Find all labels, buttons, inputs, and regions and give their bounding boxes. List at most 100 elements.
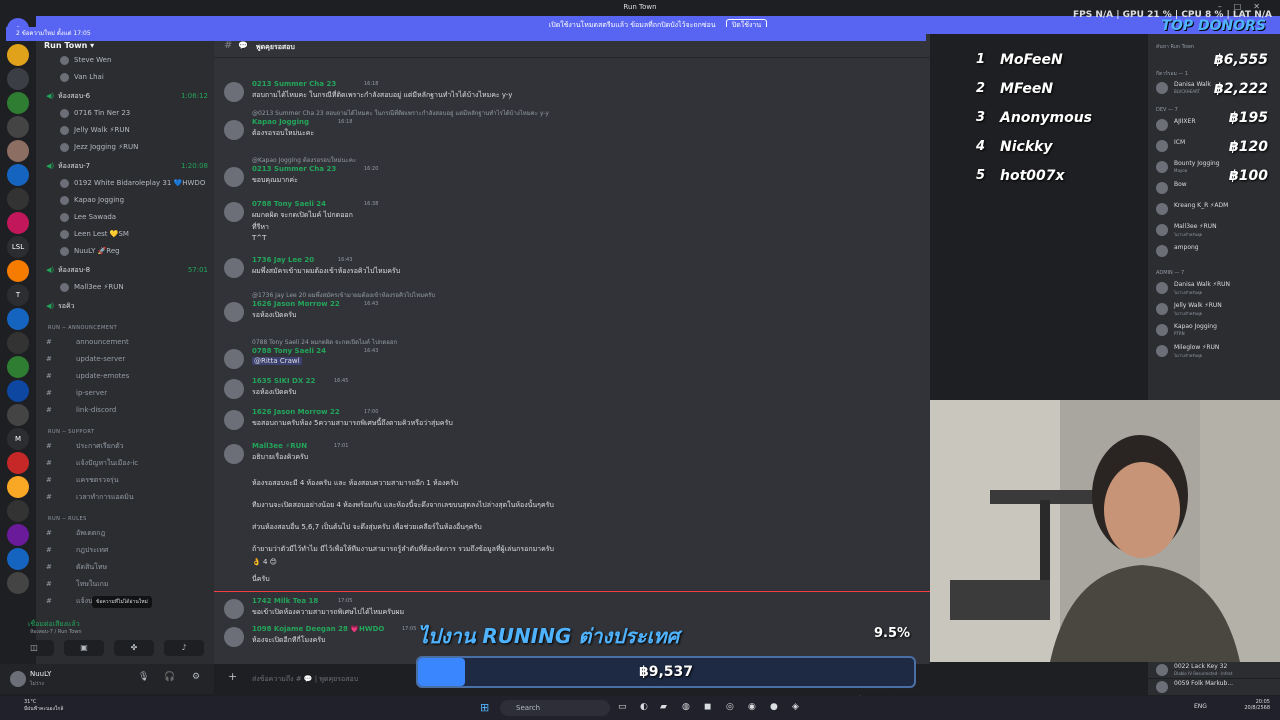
server-icon[interactable] bbox=[7, 308, 29, 330]
obs-icon[interactable]: ● bbox=[770, 702, 778, 712]
sidebar-item-chan[interactable]: # เวลาทำการแอดมิน bbox=[36, 491, 214, 503]
plus-icon[interactable]: + bbox=[228, 670, 237, 683]
sidebar-item-user[interactable]: Steve Wen bbox=[36, 54, 214, 66]
server-icon[interactable] bbox=[7, 452, 29, 474]
avatar[interactable] bbox=[10, 671, 26, 687]
reply-preview[interactable]: @1736 Jay Lee 20 ผมพึ่งสมัครเข้ามาผมต้อง… bbox=[252, 290, 435, 300]
activities-button[interactable]: ✤ bbox=[114, 640, 154, 656]
member-item[interactable]: Mall3ee ⚡RUN ไม่ว่างสำหรับคุย bbox=[1148, 222, 1280, 238]
message-author[interactable]: 1635 SIKI DX 22 bbox=[252, 377, 315, 385]
avatar[interactable] bbox=[224, 379, 244, 399]
message-input[interactable]: + ส่งข้อความถึง # 💬 | พูดคุยรอสอบ bbox=[214, 666, 414, 688]
sidebar-item-user[interactable]: Kapao Jogging bbox=[36, 194, 214, 206]
sidebar-item-chan[interactable]: # ประกาศเรียกตัว bbox=[36, 440, 214, 452]
sidebar-item-chan[interactable]: # โทษในเกม bbox=[36, 578, 214, 590]
sidebar-item-user[interactable]: NuuLY 🚀Reg bbox=[36, 245, 214, 257]
server-icon[interactable] bbox=[7, 140, 29, 162]
message-author[interactable]: 0213 Summer Cha 23 bbox=[252, 80, 336, 88]
member-item[interactable]: Danisa Walk ⚡RUN ไม่ว่างสำหรับคุย bbox=[1148, 280, 1280, 296]
sidebar-item-chan[interactable]: # แครชตรวจรุ่น bbox=[36, 474, 214, 486]
avatar[interactable] bbox=[224, 444, 244, 464]
server-icon[interactable] bbox=[7, 188, 29, 210]
avatar[interactable] bbox=[224, 167, 244, 187]
weather-widget[interactable]: 31°C มีฝนฟ้าคะนองใกล้ bbox=[24, 699, 63, 713]
server-icon[interactable] bbox=[7, 212, 29, 234]
sidebar-item-user[interactable]: Mall3ee ⚡RUN bbox=[36, 281, 214, 293]
server-icon[interactable] bbox=[7, 404, 29, 426]
sidebar-item-user[interactable]: Leen Lest 💛SM bbox=[36, 228, 214, 240]
message-author[interactable]: 1742 Milk Tea 18 bbox=[252, 597, 318, 605]
message-author[interactable]: Kapao Jogging bbox=[252, 118, 309, 126]
server-icon[interactable] bbox=[7, 116, 29, 138]
sidebar-item-voice[interactable]: ◀) ห้องสอบ-8 57:01 bbox=[36, 264, 214, 276]
mic-icon[interactable]: 🎙 bbox=[138, 672, 149, 682]
member-item[interactable]: 0022 Lack Key 32 Diablo IV Resurrected - … bbox=[1148, 662, 1280, 678]
message-author[interactable]: 0788 Tony Saeli 24 bbox=[252, 347, 326, 355]
avatar[interactable] bbox=[224, 627, 244, 647]
language-indicator[interactable]: ENG bbox=[1194, 703, 1207, 710]
taskbar-search[interactable]: Search bbox=[500, 700, 610, 716]
screenshare-button[interactable]: ▣ bbox=[64, 640, 104, 656]
member-item[interactable]: Mileglow ⚡RUN ไม่ว่างสำหรับคุย bbox=[1148, 343, 1280, 359]
sidebar-item-user[interactable]: Lee Sawada bbox=[36, 211, 214, 223]
folder-icon[interactable]: ▰ bbox=[660, 702, 667, 712]
message-author[interactable]: 0213 Summer Cha 23 bbox=[252, 165, 336, 173]
server-icon[interactable] bbox=[7, 476, 29, 498]
server-icon[interactable] bbox=[7, 548, 29, 570]
server-icon[interactable]: M bbox=[7, 428, 29, 450]
server-icon[interactable] bbox=[7, 356, 29, 378]
sidebar-item-user[interactable]: Van Lhai bbox=[36, 71, 214, 83]
reply-preview[interactable]: @Kapao Jogging ต้องรอรอบใหม่นะคะ bbox=[252, 155, 356, 165]
server-icon[interactable] bbox=[7, 92, 29, 114]
sidebar-item-voice[interactable]: ◀) รอคิว bbox=[36, 300, 214, 312]
message-author[interactable]: 1626 Jason Morrow 22 bbox=[252, 408, 340, 416]
gear-icon[interactable]: ⚙ bbox=[192, 672, 200, 682]
message-author[interactable]: 1736 Jay Lee 20 bbox=[252, 256, 314, 264]
avatar[interactable] bbox=[224, 82, 244, 102]
server-icon[interactable] bbox=[7, 524, 29, 546]
soundboard-button[interactable]: ♪ bbox=[164, 640, 204, 656]
server-icon[interactable] bbox=[7, 572, 29, 594]
sidebar-item-chan[interactable]: # แจ้งปัญหาในเมือง-ic bbox=[36, 457, 214, 469]
message-author[interactable]: 0788 Tony Saeli 24 bbox=[252, 200, 326, 208]
reply-preview[interactable]: 0788 Tony Saeli 24 ผมกดผิด จะกดเปิดไมค์ … bbox=[252, 337, 397, 347]
message-author[interactable]: 1098 Kojame Deegan 28 💗HWDO bbox=[252, 625, 384, 633]
sidebar-item-chan[interactable]: # ip-server bbox=[36, 387, 214, 399]
message-author[interactable]: 1626 Jason Morrow 22 bbox=[252, 300, 340, 308]
member-item[interactable]: Jelly Walk ⚡RUN ไม่ว่างสำหรับคุย bbox=[1148, 301, 1280, 317]
app-icon[interactable]: ◈ bbox=[792, 702, 799, 712]
sidebar-item-chan[interactable]: # update-server bbox=[36, 353, 214, 365]
task-view-icon[interactable]: ▭ bbox=[618, 702, 627, 712]
message-input-placeholder[interactable]: ส่งข้อความถึง # 💬 | พูดคุยรอสอบ bbox=[252, 674, 358, 685]
member-item[interactable]: ampong bbox=[1148, 243, 1280, 259]
sidebar-item-chan[interactable]: # ตัดสินโทษ bbox=[36, 561, 214, 573]
server-icon[interactable] bbox=[7, 380, 29, 402]
avatar[interactable] bbox=[224, 258, 244, 278]
avatar[interactable] bbox=[224, 120, 244, 140]
new-messages-bar[interactable]: 2 ข้อความใหม่ ตั้งแต่ 17:05 bbox=[6, 27, 926, 41]
server-icon[interactable] bbox=[7, 332, 29, 354]
sidebar-item-user[interactable]: Jelly Walk ⚡RUN bbox=[36, 124, 214, 136]
sidebar-item-chan[interactable]: # กฎประเทศ bbox=[36, 544, 214, 556]
server-icon[interactable] bbox=[7, 68, 29, 90]
windows-start-icon[interactable]: ⊞ bbox=[480, 701, 489, 714]
avatar[interactable] bbox=[224, 302, 244, 322]
server-icon[interactable] bbox=[7, 260, 29, 282]
member-item[interactable]: 0059 Folk Markub... bbox=[1148, 679, 1280, 695]
sidebar-item-voice[interactable]: ◀) ห้องสอบ-6 1:06:12 bbox=[36, 90, 214, 102]
app-icon[interactable]: ◼ bbox=[704, 702, 711, 712]
server-icon[interactable] bbox=[7, 500, 29, 522]
chrome-icon[interactable]: ◎ bbox=[726, 702, 734, 712]
member-item[interactable]: Kapao Jogging PTRN bbox=[1148, 322, 1280, 338]
avatar[interactable] bbox=[224, 349, 244, 369]
sidebar-item-chan[interactable]: # อัพเดตกฎ bbox=[36, 527, 214, 539]
sidebar-item-voice[interactable]: ◀) ห้องสอบ-7 1:20:08 bbox=[36, 160, 214, 172]
server-icon[interactable]: LSL bbox=[7, 236, 29, 258]
avatar[interactable] bbox=[224, 202, 244, 222]
avatar[interactable] bbox=[224, 599, 244, 619]
message-author[interactable]: Mall3ee ⚡RUN bbox=[252, 442, 307, 450]
browser-icon[interactable]: ◍ bbox=[682, 702, 690, 712]
server-icon[interactable] bbox=[7, 44, 29, 66]
server-icon[interactable] bbox=[7, 164, 29, 186]
server-icon[interactable]: T bbox=[7, 284, 29, 306]
